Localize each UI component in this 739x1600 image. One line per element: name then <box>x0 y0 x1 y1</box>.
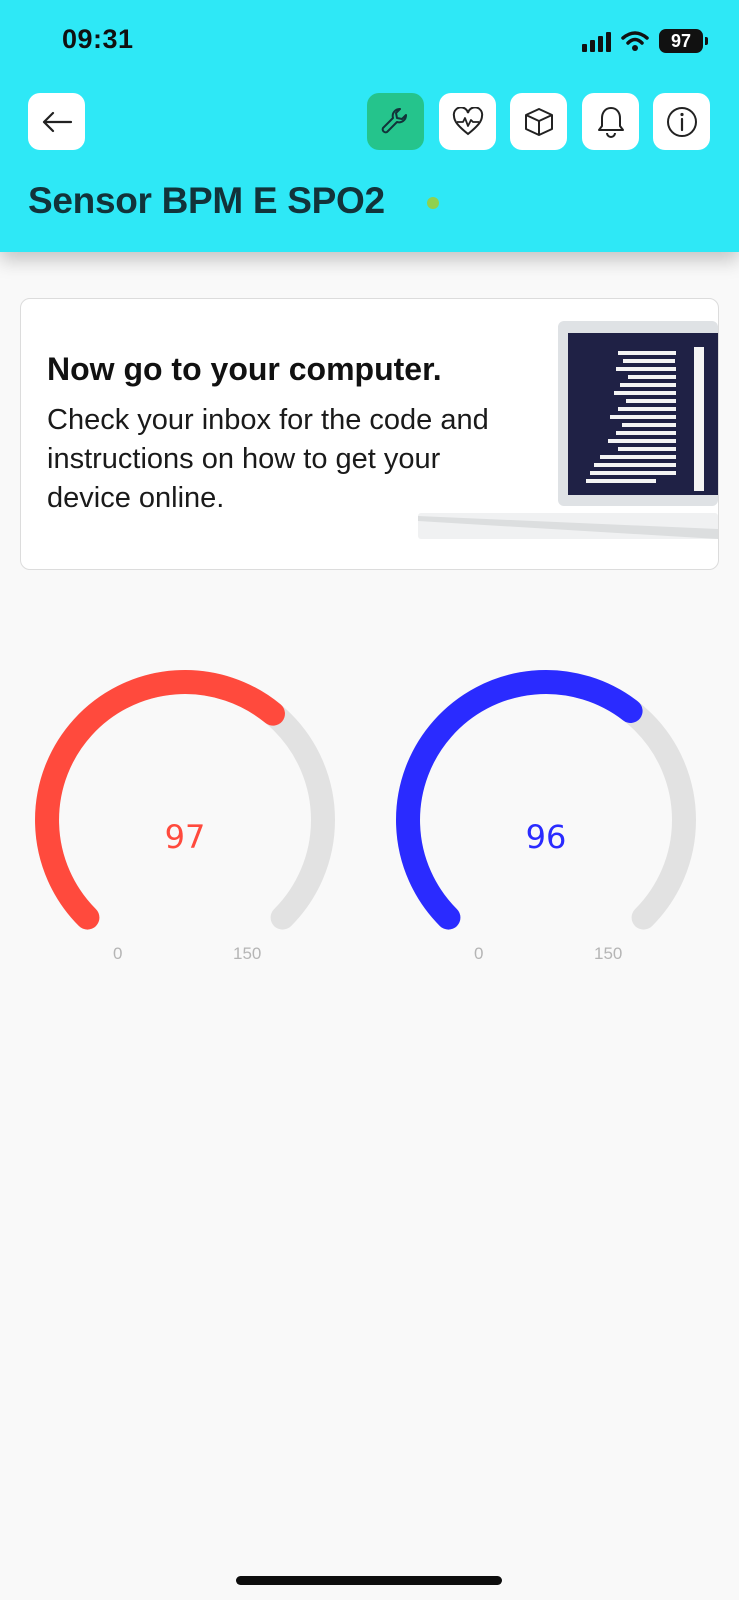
status-time: 09:31 <box>62 24 134 54</box>
heart-pulse-icon <box>452 106 483 135</box>
info-button[interactable] <box>653 93 710 150</box>
gauge-max-label: 150 <box>233 944 262 963</box>
status-icons: 97 <box>582 26 708 56</box>
spo2-value: 96 <box>525 818 567 856</box>
settings-button[interactable] <box>367 93 424 150</box>
device-button[interactable] <box>510 93 567 150</box>
gauge-value-arc <box>396 670 643 930</box>
info-icon <box>666 106 697 137</box>
signal-icon <box>582 30 611 52</box>
setup-banner[interactable]: Now go to your computer. Check your inbo… <box>20 298 719 570</box>
gauge-max-label: 150 <box>594 944 623 963</box>
gauge-min-label: 0 <box>113 944 123 963</box>
spo2-gauge: 96 0 150 <box>386 670 706 975</box>
wifi-icon <box>621 31 649 51</box>
online-status-dot <box>427 197 439 209</box>
battery-icon: 97 <box>659 29 708 53</box>
heart-rate-value: 97 <box>164 818 206 856</box>
health-button[interactable] <box>439 93 496 150</box>
home-indicator <box>236 1576 502 1585</box>
laptop-code-illustration <box>418 321 718 539</box>
app-header: 09:31 97 Sensor BPM E SPO2 <box>0 0 739 252</box>
cube-icon <box>524 107 553 136</box>
wrench-icon <box>381 107 407 133</box>
back-arrow-icon <box>42 111 72 132</box>
back-button[interactable] <box>28 93 85 150</box>
page-title: Sensor BPM E SPO2 <box>28 180 385 221</box>
gauge-value-arc <box>35 670 285 930</box>
notifications-button[interactable] <box>582 93 639 150</box>
bell-icon <box>597 106 624 138</box>
banner-heading: Now go to your computer. <box>47 351 442 387</box>
battery-level: 97 <box>670 30 692 51</box>
gauge-min-label: 0 <box>474 944 484 963</box>
heart-rate-gauge: 97 0 150 <box>25 670 345 975</box>
